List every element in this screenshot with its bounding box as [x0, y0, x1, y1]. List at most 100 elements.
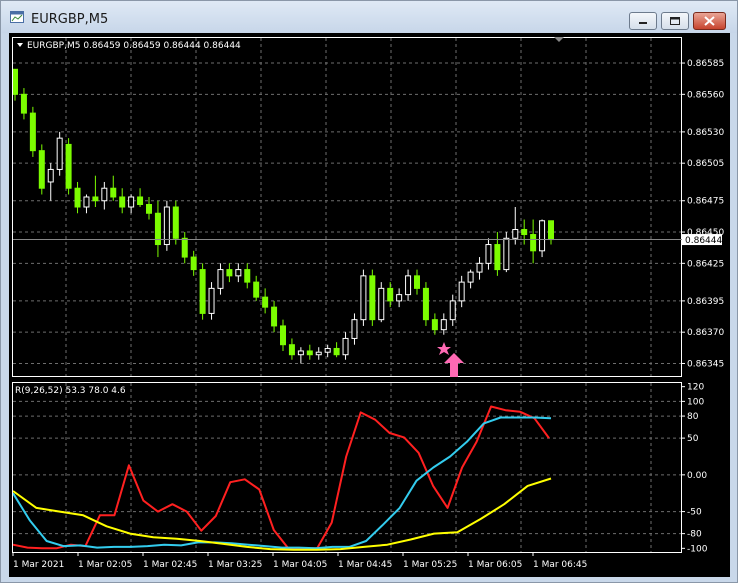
indicator-header: R(9,26,52) 53.3 78.0 4.6 [15, 386, 126, 396]
candle-body [440, 319, 447, 331]
chart-area[interactable]: 1 Mar 2021 1 Mar 02:05 1 Mar 02:45 1 Mar 03… [9, 33, 730, 577]
price-chart[interactable]: 1 Mar 2021 1 Mar 02:05 1 Mar 02:45 1 Mar 03… [9, 33, 730, 577]
candle-body [38, 150, 45, 189]
chart-menu-triangle-icon[interactable] [17, 43, 23, 47]
time-axis-label: 1 Mar 2021 [13, 560, 64, 570]
candle-body [351, 319, 358, 339]
candle-body [288, 344, 295, 356]
close-icon [704, 16, 715, 26]
price-axis-label: 0.86585 [687, 59, 724, 69]
candle-body [306, 350, 313, 356]
indicator-axis-label: 100 [687, 397, 704, 407]
current-price-text: 0.86444 [685, 236, 722, 246]
candle-body [235, 269, 242, 277]
candle-body [405, 275, 412, 296]
time-axis-label: 1 Mar 02:45 [143, 560, 197, 570]
indicator-axis-label: 120 [687, 383, 704, 393]
time-axis-label: 1 Mar 04:05 [273, 560, 327, 570]
candle-body [548, 220, 554, 241]
candle-body [163, 206, 170, 246]
candle-body [101, 187, 108, 202]
indicator-axis-label: -100 [687, 544, 708, 554]
close-button[interactable] [693, 12, 726, 30]
time-axis-label: 1 Mar 04:45 [338, 560, 392, 570]
candle-body [110, 187, 117, 198]
indicator-axis-label: 80 [687, 412, 699, 422]
candle-body [137, 196, 144, 205]
indicator-series-line [12, 405, 550, 550]
candle-body [503, 237, 510, 271]
candle-body [128, 196, 135, 208]
candle-body [181, 237, 188, 258]
candle-body [521, 229, 528, 236]
candle-body [280, 325, 286, 346]
candle-body [333, 347, 340, 356]
candle-body [47, 168, 54, 183]
candle-body [476, 262, 483, 273]
candle-body [485, 244, 492, 264]
candle-body [369, 275, 376, 321]
candle-body [315, 351, 322, 356]
candle-body [217, 269, 224, 289]
price-axis-label: 0.86395 [687, 297, 724, 307]
candle-body [297, 350, 304, 356]
candle-body [271, 306, 278, 327]
candle-body [467, 271, 474, 283]
candle-body [494, 244, 501, 271]
candle-body [83, 196, 90, 208]
candle-body [244, 269, 251, 283]
window-title: EURGBP,M5 [31, 12, 109, 27]
price-axis-label: 0.86560 [687, 90, 724, 100]
candle-body [262, 296, 269, 308]
price-axis-label: 0.86530 [687, 128, 724, 138]
candle-body [65, 143, 72, 189]
main-panel-border [12, 37, 682, 377]
minimize-icon [639, 22, 647, 24]
price-axis-label: 0.86425 [687, 259, 724, 269]
indicator-axis-label: 0.00 [687, 471, 707, 481]
candle-body [324, 347, 331, 353]
candle-body [20, 93, 27, 114]
price-axis-label: 0.86505 [687, 159, 724, 169]
title-bar[interactable]: EURGBP,M5 [1, 1, 737, 33]
candle-body [360, 275, 367, 321]
candle-body [387, 287, 394, 302]
candle-body [92, 196, 99, 202]
candle-body [253, 281, 260, 298]
maximize-icon [670, 17, 680, 25]
candle-body [119, 196, 126, 208]
candle-body [530, 234, 537, 252]
price-axis-label: 0.86370 [687, 328, 724, 338]
candle-body [458, 281, 465, 302]
candle-body [396, 294, 403, 302]
time-axis-label: 1 Mar 03:25 [208, 560, 262, 570]
candle-body [74, 187, 81, 208]
chart-header: EURGBP,M5 0.86459 0.86459 0.86444 0.8644… [27, 41, 241, 51]
time-axis-label: 1 Mar 02:05 [78, 560, 132, 570]
candle-body [378, 287, 385, 321]
candle-body [449, 300, 456, 321]
candle-body [539, 220, 546, 252]
time-axis-label: 1 Mar 05:25 [403, 560, 457, 570]
minimize-button[interactable] [629, 12, 657, 30]
candle-body [146, 203, 152, 214]
chart-window-icon [10, 11, 24, 23]
candle-body [29, 112, 36, 152]
candle-body [208, 287, 215, 314]
price-axis-label: 0.86475 [687, 197, 724, 207]
star-icon [437, 342, 451, 355]
candle-body [512, 229, 519, 239]
time-axis-label: 1 Mar 06:45 [533, 560, 587, 570]
candle-body [414, 275, 420, 289]
candle-body [342, 337, 349, 356]
candle-body [190, 256, 197, 271]
chart-shift-marker-icon[interactable] [554, 37, 564, 42]
arrow-up-icon [444, 353, 464, 377]
maximize-button[interactable] [661, 12, 689, 30]
price-axis-label: 0.86345 [687, 359, 724, 369]
indicator-axis-label: 50 [687, 434, 699, 444]
indicator-axis-label: -80 [687, 530, 702, 540]
candle-body [431, 319, 438, 331]
candle-body [56, 137, 63, 170]
indicator-axis-label: -50 [687, 508, 702, 518]
